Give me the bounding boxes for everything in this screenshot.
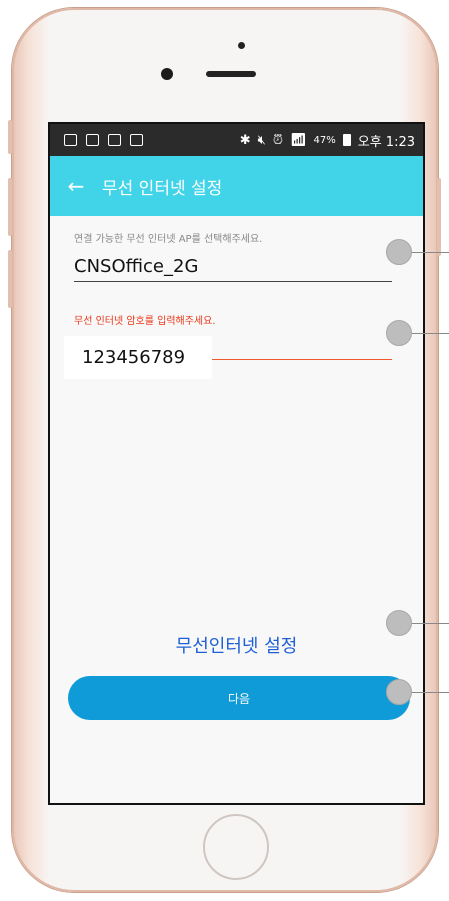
status-right: ✱ 🔇︎ ⏰︎ 📶︎ 47% 오후 1:23 [240, 131, 415, 150]
battery-icon [342, 134, 351, 146]
status-left-icons [64, 134, 143, 146]
power-button [437, 178, 441, 256]
home-button[interactable] [203, 814, 269, 880]
callout-marker-wifi-link [386, 610, 412, 636]
callout-marker-next [386, 679, 412, 705]
callout-line-ssid [412, 252, 449, 253]
password-field[interactable]: 123456789 [64, 336, 212, 379]
app-bar: ← 무선 인터넷 설정 [50, 156, 423, 216]
volume-down-button [8, 250, 12, 308]
password-label: 무선 인터넷 암호를 입력해주세요. [74, 316, 216, 327]
alarm-icon: ⏰︎ [272, 132, 283, 148]
message-icon [64, 134, 77, 146]
callout-line-password [412, 333, 449, 334]
callout-line-wifi-link [412, 623, 449, 624]
clock: 오후 1:23 [357, 134, 415, 150]
ssid-label: 연결 가능한 무선 인터넷 AP를 선택해주세요. [74, 234, 263, 245]
wifi-icon: 📶︎ [290, 132, 307, 148]
callout-marker-ssid [386, 239, 412, 265]
callout-line-next [412, 692, 449, 693]
ssid-field[interactable]: CNSOffice_2G [74, 252, 392, 282]
battery-percent: 47% [313, 134, 336, 146]
callout-marker-password [386, 320, 412, 346]
phone-frame: ✱ 🔇︎ ⏰︎ 📶︎ 47% 오후 1:23 ← 무선 인터넷 설정 연결 가능… [12, 8, 438, 892]
gmail-icon [108, 134, 121, 146]
front-camera [161, 68, 173, 80]
next-button[interactable]: 다음 [68, 676, 410, 720]
wifi-settings-link[interactable]: 무선인터넷 설정 [50, 632, 423, 658]
earpiece-speaker [206, 71, 256, 77]
page-title: 무선 인터넷 설정 [102, 178, 223, 199]
gallery-icon [130, 134, 143, 146]
back-arrow-icon[interactable]: ← [50, 174, 102, 198]
front-sensor [238, 42, 245, 49]
volume-up-button [8, 178, 12, 236]
bluetooth-icon: ✱ [239, 132, 251, 148]
mute-switch [8, 120, 12, 154]
phone-screen: ✱ 🔇︎ ⏰︎ 📶︎ 47% 오후 1:23 ← 무선 인터넷 설정 연결 가능… [48, 122, 425, 805]
status-bar: ✱ 🔇︎ ⏰︎ 📶︎ 47% 오후 1:23 [50, 124, 423, 156]
mute-icon: 🔇︎ [257, 132, 266, 148]
notes-icon [86, 134, 99, 146]
